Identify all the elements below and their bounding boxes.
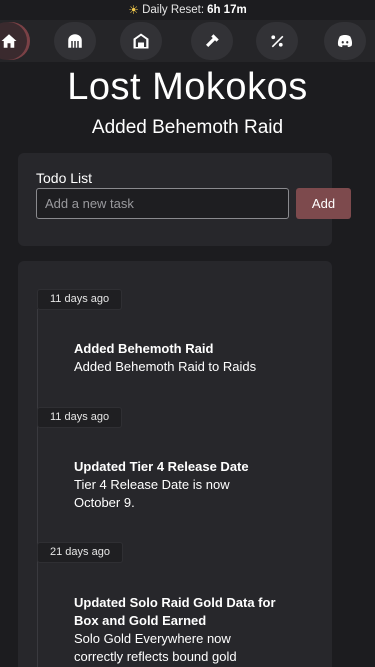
todo-card: Todo List Add bbox=[18, 153, 351, 246]
nav-discord-button[interactable] bbox=[324, 22, 366, 60]
update-title: Updated Tier 4 Release Date bbox=[74, 459, 249, 474]
hammer-icon bbox=[206, 34, 219, 47]
update-title: Added Behemoth Raid bbox=[74, 341, 214, 356]
nav-percent-button[interactable] bbox=[256, 22, 298, 60]
updates-feed: 11 days ago Added Behemoth Raid Added Be… bbox=[18, 261, 332, 667]
top-nav bbox=[0, 20, 375, 62]
update-body: Added Behemoth Raid to Raids bbox=[74, 359, 257, 374]
update-title: Updated Solo Raid Gold Data for Box and … bbox=[74, 595, 276, 628]
home-icon bbox=[1, 34, 17, 48]
daily-reset-bar: ☀ Daily Reset: 6h 17m bbox=[0, 3, 375, 17]
add-task-button[interactable]: Add bbox=[296, 188, 351, 219]
update-body: Tier 4 Release Date is now October 9. bbox=[74, 477, 230, 510]
update-time-badge: 21 days ago bbox=[37, 542, 123, 563]
gate-icon bbox=[68, 34, 82, 48]
percent-icon bbox=[271, 35, 284, 48]
discord-icon bbox=[337, 35, 353, 47]
daily-reset-time: 6h 17m bbox=[207, 4, 247, 16]
nav-home-button[interactable] bbox=[0, 22, 30, 60]
nav-raids-button[interactable] bbox=[54, 22, 96, 60]
nav-stronghold-button[interactable] bbox=[120, 22, 162, 60]
stronghold-icon bbox=[133, 33, 149, 49]
daily-reset-label: Daily Reset: bbox=[142, 4, 205, 16]
update-body: Solo Gold Everywhere now correctly refle… bbox=[74, 631, 237, 664]
todo-list-label: Todo List bbox=[36, 170, 93, 186]
update-time-badge: 11 days ago bbox=[37, 407, 123, 428]
sun-icon: ☀ bbox=[128, 3, 140, 17]
page-subtitle: Added Behemoth Raid bbox=[91, 117, 284, 138]
timeline-line bbox=[37, 309, 38, 667]
nav-crafting-button[interactable] bbox=[191, 22, 233, 60]
new-task-input[interactable] bbox=[36, 188, 289, 219]
page-title: Lost Mokokos bbox=[67, 66, 308, 108]
update-time-badge: 11 days ago bbox=[37, 289, 123, 310]
